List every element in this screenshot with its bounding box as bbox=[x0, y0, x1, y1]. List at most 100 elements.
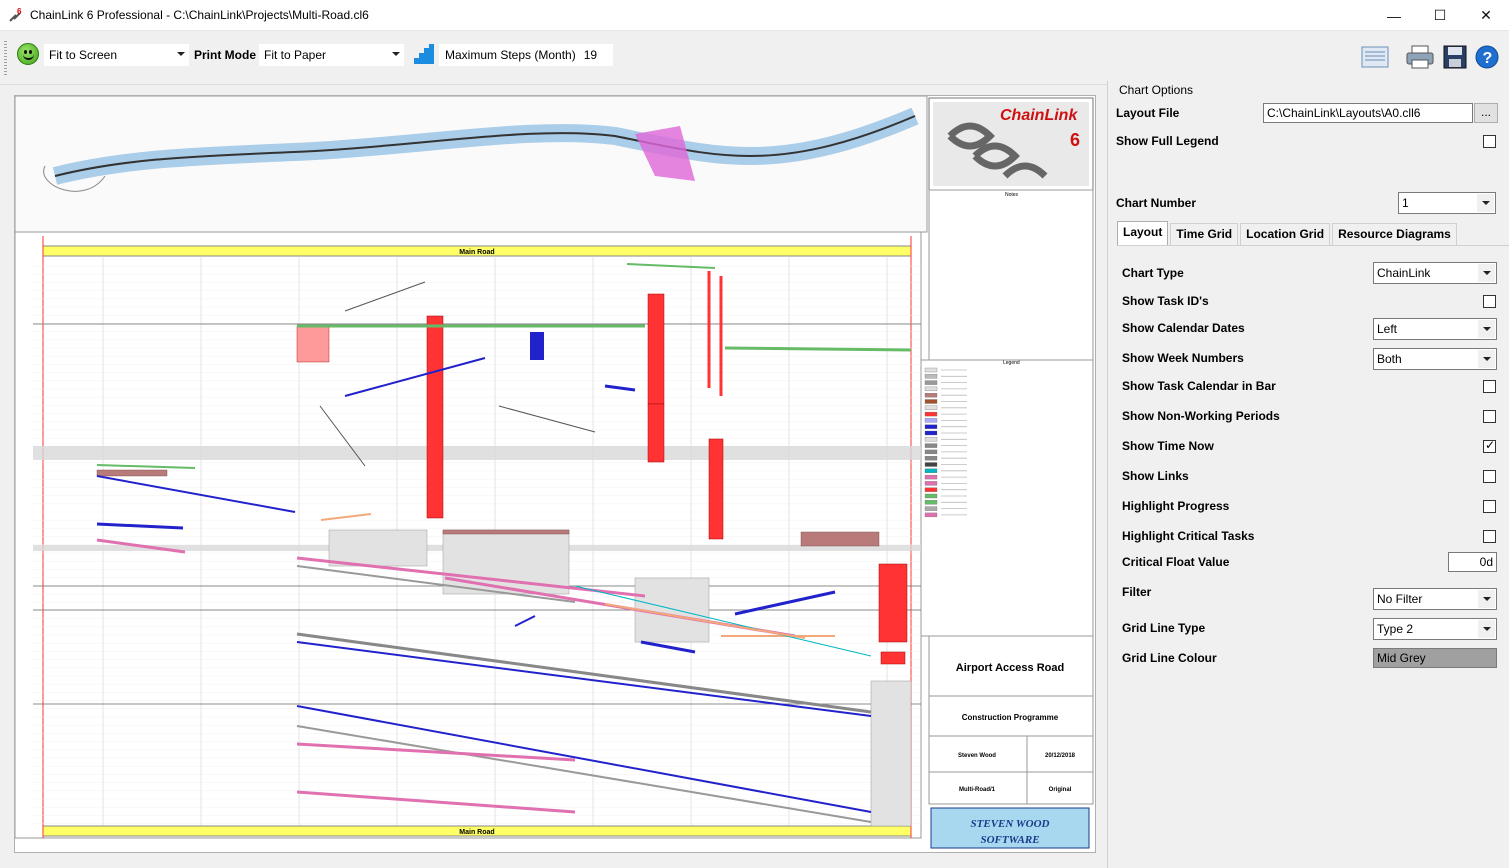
task-bar-structure bbox=[878, 563, 908, 643]
chart-canvas[interactable]: ChainLink 6 Notes Legend Airport Access … bbox=[14, 95, 1096, 853]
chart-type-value: ChainLink bbox=[1377, 266, 1431, 280]
show-links-checkbox[interactable] bbox=[1483, 470, 1496, 483]
task-bar-structure bbox=[880, 651, 906, 665]
tab-layout[interactable]: Layout bbox=[1117, 221, 1169, 245]
legend-swatch bbox=[924, 411, 938, 417]
chevron-down-icon bbox=[1478, 350, 1495, 368]
notes-box bbox=[928, 189, 1094, 361]
grid-line-type-label: Grid Line Type bbox=[1122, 621, 1206, 635]
legend-swatch bbox=[924, 399, 938, 404]
toolbar: Fit to Screen Print Mode Fit to Paper Ma… bbox=[0, 31, 1509, 85]
show-links-label: Show Links bbox=[1122, 469, 1189, 483]
max-steps-field[interactable]: Maximum Steps (Month) 19 bbox=[439, 44, 613, 66]
task-bar-brown bbox=[96, 469, 168, 477]
help-icon[interactable]: ? bbox=[1474, 44, 1504, 70]
task-bar-structure bbox=[426, 315, 444, 519]
options-tabs: Layout Time Grid Location Grid Resource … bbox=[1117, 221, 1459, 245]
legend-swatch bbox=[924, 462, 938, 467]
show-non-working-label: Show Non-Working Periods bbox=[1122, 409, 1280, 423]
layout-file-input[interactable]: C:\ChainLink\Layouts\A0.cll6 bbox=[1263, 103, 1473, 123]
tab-time-grid[interactable]: Time Grid bbox=[1170, 223, 1239, 245]
steps-icon[interactable] bbox=[413, 43, 435, 65]
chart-number-select[interactable]: 1 bbox=[1398, 192, 1496, 214]
zoom-select[interactable]: Fit to Screen bbox=[44, 44, 189, 66]
show-task-calendar-checkbox[interactable] bbox=[1483, 380, 1496, 393]
legend-title: Legend bbox=[1003, 360, 1020, 366]
non-working-band-1 bbox=[33, 446, 921, 460]
task-line-sloped bbox=[724, 346, 912, 352]
project-title: Airport Access Road bbox=[956, 662, 1064, 674]
show-calendar-dates-select[interactable]: Left bbox=[1373, 318, 1497, 340]
chevron-down-icon bbox=[177, 52, 185, 56]
chart-number-label: Chart Number bbox=[1116, 196, 1197, 210]
chart-title: Construction Programme bbox=[962, 713, 1059, 722]
window-title: ChainLink 6 Professional - C:\ChainLink\… bbox=[30, 8, 369, 22]
minimize-button[interactable]: — bbox=[1371, 0, 1417, 31]
chart-number-value: 1 bbox=[1402, 196, 1409, 210]
show-week-numbers-select[interactable]: Both bbox=[1373, 348, 1497, 370]
smiley-icon[interactable] bbox=[17, 43, 39, 65]
task-bar-brown bbox=[800, 531, 880, 547]
show-calendar-dates-label: Show Calendar Dates bbox=[1122, 321, 1245, 335]
chevron-down-icon bbox=[1478, 320, 1495, 338]
task-bar-structure bbox=[647, 403, 665, 463]
show-non-working-checkbox[interactable] bbox=[1483, 410, 1496, 423]
highlight-progress-label: Highlight Progress bbox=[1122, 499, 1230, 513]
highlight-progress-checkbox[interactable] bbox=[1483, 500, 1496, 513]
show-week-numbers-value: Both bbox=[1377, 352, 1402, 366]
task-bar-grey-block bbox=[328, 529, 428, 567]
grid-line-type-value: Type 2 bbox=[1377, 622, 1414, 636]
layout-tab-body: Chart Type ChainLink Show Task ID's Show… bbox=[1117, 245, 1509, 865]
road-title-bottom: Main Road bbox=[459, 829, 494, 836]
tab-location-grid[interactable]: Location Grid bbox=[1240, 223, 1331, 245]
zoom-select-value: Fit to Screen bbox=[49, 48, 118, 62]
legend-swatch bbox=[924, 506, 938, 511]
legend-swatch bbox=[924, 500, 938, 505]
show-full-legend-label: Show Full Legend bbox=[1116, 134, 1219, 148]
show-task-ids-checkbox[interactable] bbox=[1483, 295, 1496, 308]
grid-line-type-select[interactable]: Type 2 bbox=[1373, 618, 1497, 640]
critical-float-label: Critical Float Value bbox=[1122, 555, 1230, 569]
show-calendar-dates-value: Left bbox=[1377, 322, 1398, 336]
show-week-numbers-label: Show Week Numbers bbox=[1122, 351, 1244, 365]
legend-swatch bbox=[924, 487, 938, 492]
save-icon[interactable] bbox=[1442, 44, 1472, 70]
task-bar-blue-block bbox=[530, 332, 544, 360]
legend-swatch bbox=[924, 468, 938, 473]
browse-button[interactable]: ... bbox=[1474, 103, 1498, 123]
chevron-down-icon bbox=[1478, 264, 1495, 282]
legend-swatch bbox=[924, 481, 938, 486]
printer-icon[interactable] bbox=[1405, 44, 1435, 70]
tab-resource-diagrams[interactable]: Resource Diagrams bbox=[1332, 223, 1457, 245]
company-logo-line2: SOFTWARE bbox=[980, 834, 1039, 846]
filter-label: Filter bbox=[1122, 585, 1152, 599]
critical-float-input[interactable]: 0d bbox=[1448, 552, 1497, 572]
chart-drawing: ChainLink 6 Notes Legend Airport Access … bbox=[15, 96, 1094, 849]
highlight-critical-checkbox[interactable] bbox=[1483, 530, 1496, 543]
print-mode-label: Print Mode bbox=[194, 48, 256, 62]
logo-number: 6 bbox=[1070, 130, 1080, 150]
filter-select[interactable]: No Filter bbox=[1373, 588, 1497, 610]
chart-type-select[interactable]: ChainLink bbox=[1373, 262, 1497, 284]
maximize-button[interactable]: ☐ bbox=[1417, 0, 1463, 31]
close-button[interactable]: ✕ bbox=[1463, 0, 1509, 31]
grid-line-colour-swatch[interactable]: Mid Grey bbox=[1373, 648, 1497, 668]
chevron-down-icon bbox=[1478, 620, 1495, 638]
toolbar-grip[interactable] bbox=[4, 41, 7, 75]
filter-value: No Filter bbox=[1377, 592, 1423, 606]
svg-text:6: 6 bbox=[17, 7, 22, 16]
logo-text: ChainLink bbox=[1000, 107, 1078, 124]
show-full-legend-checkbox[interactable] bbox=[1483, 135, 1496, 148]
show-task-calendar-label: Show Task Calendar in Bar bbox=[1122, 379, 1276, 393]
chart-options-panel: Chart Options Layout File C:\ChainLink\L… bbox=[1107, 81, 1509, 868]
show-task-ids-label: Show Task ID's bbox=[1122, 294, 1209, 308]
task-bar-grey-block bbox=[870, 680, 912, 827]
task-bar-structure bbox=[708, 438, 724, 540]
legend-swatch bbox=[924, 386, 938, 392]
legend-swatch bbox=[924, 430, 938, 436]
show-time-now-checkbox[interactable] bbox=[1483, 438, 1496, 453]
print-mode-select[interactable]: Fit to Paper bbox=[259, 44, 404, 66]
layout-file-label: Layout File bbox=[1116, 106, 1180, 120]
layout-view-icon[interactable] bbox=[1360, 44, 1390, 70]
legend-swatch bbox=[924, 474, 938, 480]
